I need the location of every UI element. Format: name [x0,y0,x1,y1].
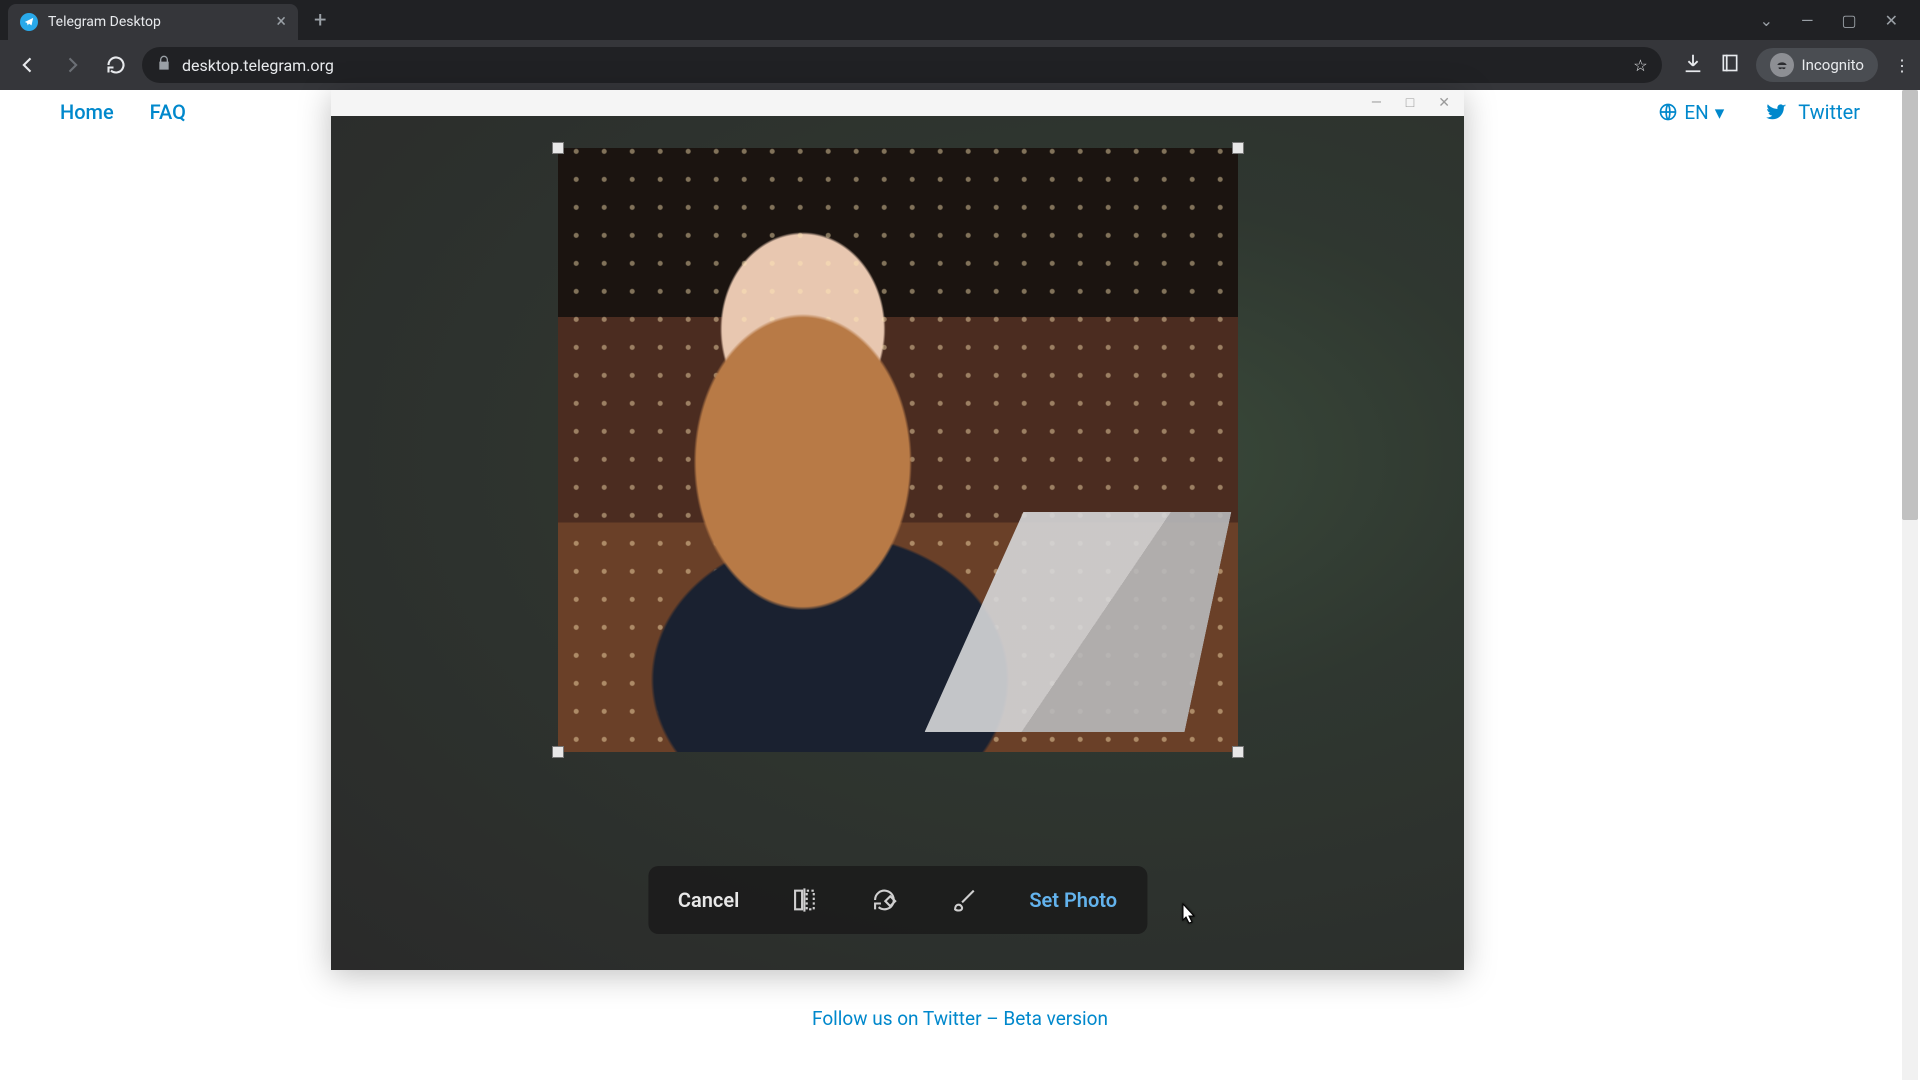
incognito-badge[interactable]: Incognito [1756,48,1878,82]
app-titlebar: — □ ✕ [331,90,1464,116]
chevron-down-icon[interactable]: ⌄ [1760,11,1773,30]
photo-crop-area[interactable] [558,148,1238,752]
reading-list-icon[interactable] [1720,53,1740,77]
profile-photo-preview [558,148,1238,752]
twitter-label: Twitter [1798,100,1860,124]
twitter-link[interactable]: Twitter [1764,100,1860,124]
app-minimize-icon[interactable]: — [1371,96,1382,110]
crop-handle-bottom-right[interactable] [1232,746,1244,758]
language-selector[interactable]: EN ▾ [1658,101,1724,124]
new-tab-button[interactable]: + [314,8,326,33]
browser-tab-strip: Telegram Desktop × + ⌄ — ▢ ✕ [0,0,1920,40]
app-close-icon[interactable]: ✕ [1438,96,1450,110]
minimize-icon[interactable]: — [1801,11,1814,30]
url-text: desktop.telegram.org [182,56,334,75]
toolbar-right: Incognito ⋮ [1670,48,1910,82]
cancel-button[interactable]: Cancel [678,888,739,912]
scrollbar-thumb[interactable] [1902,90,1918,520]
incognito-label: Incognito [1802,56,1864,74]
globe-icon [1658,102,1678,122]
footer-link[interactable]: Follow us on Twitter – Beta version [0,1007,1920,1030]
chevron-down-icon: ▾ [1715,101,1725,124]
twitter-icon [1764,100,1788,124]
tab-title: Telegram Desktop [48,14,266,30]
browser-toolbar: desktop.telegram.org ☆ Incognito ⋮ [0,40,1920,90]
telegram-favicon-icon [20,13,38,31]
page-scrollbar[interactable] [1902,90,1918,1080]
crop-handle-bottom-left[interactable] [552,746,564,758]
maximize-icon[interactable]: ▢ [1841,11,1856,30]
nav-home[interactable]: Home [60,100,114,124]
browser-tab[interactable]: Telegram Desktop × [8,4,298,40]
kebab-menu-icon[interactable]: ⋮ [1894,56,1910,75]
app-maximize-icon[interactable]: □ [1406,96,1414,110]
mouse-cursor-icon [1178,902,1196,926]
lock-icon [156,55,172,75]
photo-editor: Cancel Set Photo [331,116,1464,970]
back-button[interactable] [10,47,46,83]
reload-button[interactable] [98,47,134,83]
address-bar-actions: ☆ [1633,56,1647,75]
crop-handle-top-right[interactable] [1232,142,1244,154]
editor-action-bar: Cancel Set Photo [648,866,1147,934]
flip-icon[interactable] [789,885,819,915]
language-label: EN [1684,101,1708,124]
close-icon[interactable]: ✕ [1885,11,1898,30]
brush-icon[interactable] [949,885,979,915]
downloads-icon[interactable] [1682,52,1704,78]
tab-close-icon[interactable]: × [276,13,286,31]
bookmark-star-icon[interactable]: ☆ [1633,56,1647,75]
window-controls: ⌄ — ▢ ✕ [1760,11,1920,30]
nav-faq[interactable]: FAQ [150,100,186,124]
rotate-icon[interactable] [869,885,899,915]
page-content: Home FAQ EN ▾ Twitter — □ ✕ [0,90,1920,1080]
crop-handle-top-left[interactable] [552,142,564,154]
telegram-app-window: — □ ✕ Cancel Set Photo [331,90,1464,970]
address-bar[interactable]: desktop.telegram.org ☆ [142,47,1662,83]
set-photo-button[interactable]: Set Photo [1029,888,1117,912]
forward-button[interactable] [54,47,90,83]
incognito-icon [1770,53,1794,77]
